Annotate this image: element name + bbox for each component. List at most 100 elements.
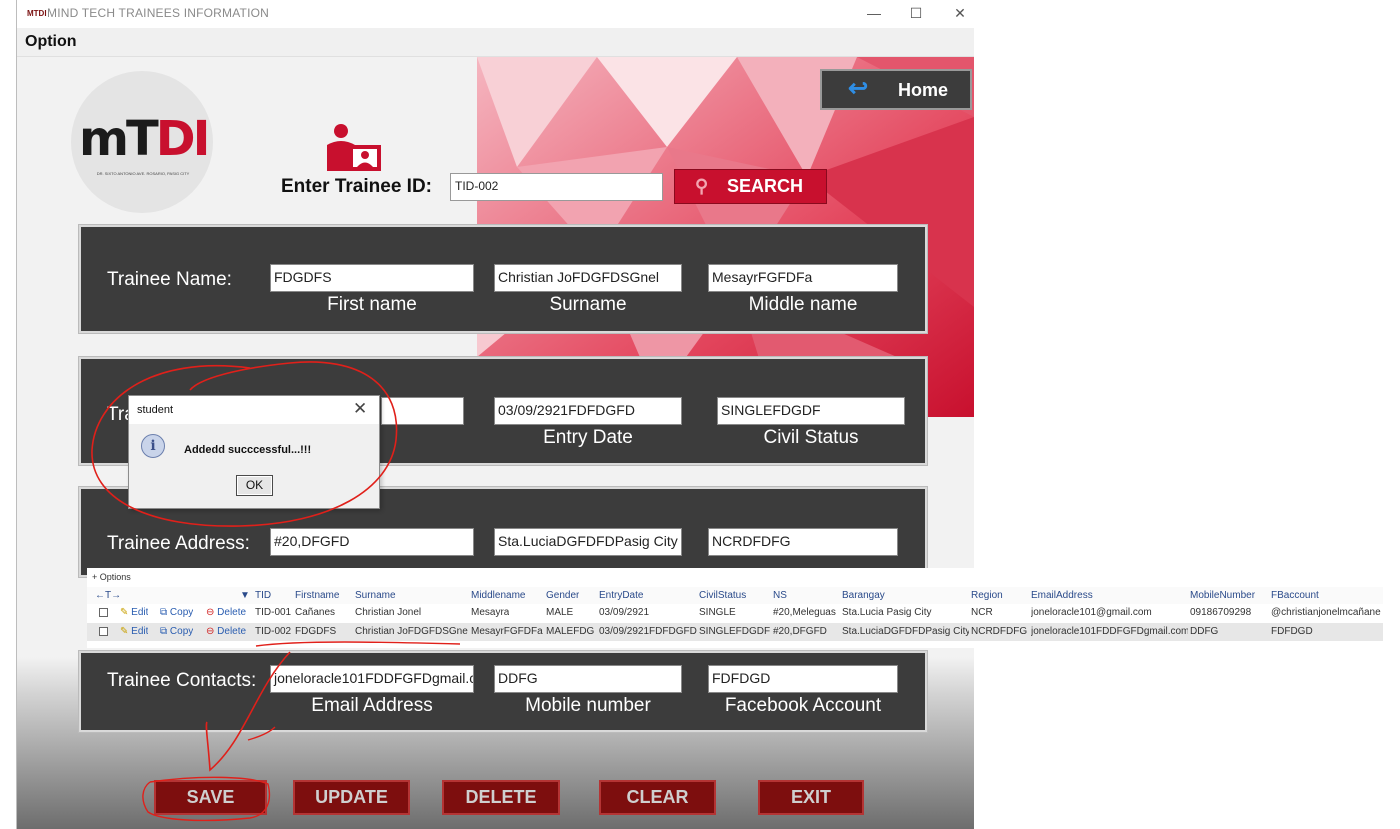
barangay-field[interactable]: Sta.LuciaDGFDFDPasig City (494, 528, 682, 556)
edit-action[interactable]: ✎ Edit (120, 626, 148, 637)
delete-label: Delete (217, 607, 247, 618)
region-field[interactable]: NCRDFDFG (708, 528, 898, 556)
gender-field[interactable] (381, 397, 464, 425)
trainee-id-label: Enter Trainee ID: (281, 176, 432, 197)
delete-button[interactable]: DELETE (442, 780, 560, 815)
person-search-icon: ⚲ (695, 176, 709, 196)
table-cell: NCR (971, 607, 993, 618)
logo-main-right: DI (155, 111, 211, 167)
delete-action[interactable]: ⊖ Delete (206, 607, 246, 618)
column-header[interactable]: Middlename (471, 590, 525, 601)
save-button[interactable]: SAVE (154, 780, 267, 815)
trainee-id-input[interactable]: TID-002 (450, 173, 663, 201)
first-name-field[interactable]: FDGDFS (270, 264, 474, 292)
table-cell: FDFDGD (1271, 626, 1313, 637)
entry-date-caption: Entry Date (543, 427, 633, 448)
home-button[interactable]: ↩ Home (820, 69, 972, 110)
table-options-link[interactable]: + Options (92, 572, 131, 582)
delete-action[interactable]: ⊖ Delete (206, 626, 246, 637)
dialog-ok-button[interactable]: OK (236, 475, 273, 496)
column-header[interactable]: MobileNumber (1190, 590, 1255, 601)
table-cell: SINGLEFDGDF (699, 626, 771, 637)
delete-label: Delete (217, 626, 247, 637)
table-cell: MesayrFGFDFa (471, 626, 543, 637)
trainee-name-label: Trainee Name: (107, 269, 232, 290)
middle-name-field[interactable]: MesayrFGFDFa (708, 264, 898, 292)
table-cell: TID-001 (255, 607, 292, 618)
edit-action[interactable]: ✎ Edit (120, 607, 148, 618)
table-cell: joneloracle101FDDFGFDgmail.com (1031, 626, 1188, 637)
title-bar: MTDI MIND TECH TRAINEES INFORMATION — ☐ … (17, 0, 974, 28)
copy-label: Copy (169, 607, 194, 618)
update-button[interactable]: UPDATE (293, 780, 410, 815)
email-caption: Email Address (311, 695, 433, 716)
email-field[interactable]: joneloracle101FDDFGFDgmail.co (270, 665, 474, 693)
trainee-id-icon (327, 124, 381, 171)
column-header[interactable]: NS (773, 590, 787, 601)
table-cell: DDFG (1190, 626, 1219, 637)
sort-arrows-icon[interactable]: ←T→ (95, 590, 121, 601)
column-header[interactable]: CivilStatus (699, 590, 746, 601)
column-header[interactable]: Surname (355, 590, 396, 601)
column-header[interactable]: Firstname (295, 590, 339, 601)
table-cell: Christian JoFDGFDSGnel (355, 626, 468, 637)
sort-dropdown-icon[interactable]: ▼ (240, 590, 250, 601)
copy-action[interactable]: ⧉ Copy (160, 626, 193, 637)
civil-status-caption: Civil Status (763, 427, 859, 448)
search-button[interactable]: ⚲ SEARCH (674, 169, 827, 204)
logo-wordmark: mTDI (79, 111, 211, 167)
records-table: + Options ←T→ ▼ TID Firstname Surname Mi… (87, 568, 1383, 648)
delete-icon: ⊖ (206, 607, 215, 618)
row-checkbox[interactable] (99, 627, 108, 636)
app-logo-icon: MTDI (27, 9, 47, 18)
copy-icon: ⧉ (160, 626, 168, 637)
facebook-field[interactable]: FDFDGD (708, 665, 898, 693)
search-label: SEARCH (727, 176, 804, 196)
surname-caption: Surname (549, 294, 627, 315)
column-header[interactable]: TID (255, 590, 271, 601)
table-cell: #20,DFGFD (773, 626, 827, 637)
close-button[interactable]: ✕ (943, 2, 977, 24)
dialog-close-icon[interactable]: ✕ (353, 399, 367, 419)
trainee-contacts-panel: Trainee Contacts: joneloracle101FDDFGFDg… (79, 651, 927, 732)
delete-icon: ⊖ (206, 626, 215, 637)
logo-subtitle: DR. SIXTO ANTONIO AVE. ROSARIO, PASIG CI… (96, 171, 190, 176)
table-cell: Sta.LuciaDGFDFDPasig City (842, 626, 969, 637)
table-row: ✎ Edit ⧉ Copy ⊖ Delete TID-002 FDGDFS Ch… (87, 623, 1383, 641)
copy-action[interactable]: ⧉ Copy (160, 607, 193, 618)
table-cell: Christian Jonel (355, 607, 422, 618)
civil-status-field[interactable]: SINGLEFDGDF (717, 397, 905, 425)
column-header[interactable]: Region (971, 590, 1003, 601)
trainee-name-panel: Trainee Name: FDGDFS First name Christia… (79, 225, 927, 333)
table-cell: 09186709298 (1190, 607, 1252, 618)
column-header[interactable]: EntryDate (599, 590, 643, 601)
table-cell: Sta.Lucia Pasig City (842, 607, 932, 618)
table-cell: SINGLE (699, 607, 736, 618)
column-header[interactable]: EmailAddress (1031, 590, 1093, 601)
entry-date-field[interactable]: 03/09/2921FDFDGFD (494, 397, 682, 425)
row-checkbox[interactable] (99, 608, 108, 617)
column-header[interactable]: Gender (546, 590, 579, 601)
minimize-button[interactable]: — (857, 2, 891, 24)
mobile-field[interactable]: DDFG (494, 665, 682, 693)
edit-label: Edit (131, 607, 149, 618)
column-header[interactable]: FBaccount (1271, 590, 1319, 601)
menu-bar: Option (17, 28, 974, 57)
facebook-caption: Facebook Account (724, 695, 882, 716)
trainee-contacts-label: Trainee Contacts: (107, 670, 257, 691)
message-dialog: student ✕ i Addedd succcessful...!!! OK (128, 395, 380, 509)
pencil-icon: ✎ (120, 626, 129, 637)
column-header[interactable]: Barangay (842, 590, 885, 601)
table-header-row: ←T→ ▼ TID Firstname Surname Middlename G… (87, 587, 1383, 605)
logo-main-left: mT (79, 111, 159, 167)
clear-button[interactable]: CLEAR (599, 780, 716, 815)
menu-option[interactable]: Option (25, 33, 77, 51)
first-name-caption: First name (327, 294, 417, 315)
ns-field[interactable]: #20,DFGFD (270, 528, 474, 556)
trainee-address-label: Trainee Address: (107, 533, 250, 554)
exit-button[interactable]: EXIT (758, 780, 864, 815)
surname-field[interactable]: Christian JoFDGFDSGnel (494, 264, 682, 292)
maximize-button[interactable]: ☐ (899, 2, 933, 24)
app-stage: MTDI MIND TECH TRAINEES INFORMATION — ☐ … (0, 0, 1400, 829)
copy-label: Copy (169, 626, 194, 637)
